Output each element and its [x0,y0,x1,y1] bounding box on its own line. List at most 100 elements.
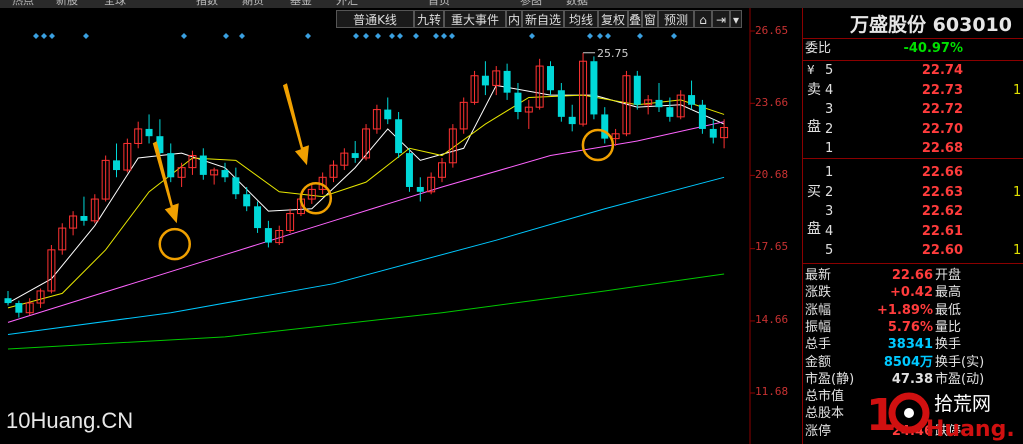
divider [803,158,1023,159]
event-marker-icon [637,33,643,39]
y-tick-label: 11.68 [755,385,789,398]
book-level: 4 [825,82,834,98]
quote-row: 总手 38341 换手 [803,335,1023,354]
event-marker-icon [305,33,311,39]
quote-row: 金额 8504万 换手(实) [803,353,1023,372]
divider [803,263,1023,264]
right-arrow-icon[interactable]: ⇥ [712,10,730,28]
watermark: 10Huang.CN [6,408,134,433]
candle-body [145,128,153,137]
candle-body [666,107,674,117]
quote-row: 最新 22.66 开盘 [803,266,1023,285]
event-marker-icon [223,33,229,39]
candle-body [688,95,696,105]
highlight-arrow-icon [282,83,309,166]
peak-price-label: 25.75 [597,47,629,60]
book-row: 3 22.62 [803,202,1023,221]
book-level: 2 [825,121,834,137]
book-level: 5 [825,243,834,258]
event-marker-icon [375,33,381,39]
quote-label: 振幅 [805,319,832,335]
candle-body [481,75,489,86]
candle-body [395,119,403,154]
toolbar-button[interactable]: 预测 [658,10,694,28]
book-row: 5 22.74 [803,61,1023,80]
quote-label: 涨停 [805,423,832,439]
toolbar-button[interactable]: 内 [506,10,522,28]
event-marker-icon [363,33,369,39]
quote-label: 总股本 [805,406,845,422]
candle-body [4,298,12,304]
event-marker-icon [83,33,89,39]
event-marker-icon [529,33,535,39]
weibi-value: -40.97% [903,41,963,56]
event-marker-icon [449,33,455,39]
book-level: 3 [825,204,834,219]
candle-body [199,155,207,175]
candle-body [15,303,23,313]
book-row: 2 22.63 1 [803,183,1023,202]
quote-row: 振幅 5.76% 量比 [803,318,1023,337]
quote-label: 市盈(静) [805,371,855,387]
candle-body [264,228,272,243]
toolbar-button[interactable]: 复权 [598,10,628,28]
dropdown-icon[interactable]: ▾ [730,10,742,28]
candle-body [221,170,229,178]
candle-body [232,177,240,195]
weibi-label: 委比 [805,41,832,56]
candle-body [633,75,641,105]
quote-value: +0.42 [890,285,933,301]
book-volume: 1 [1013,82,1022,98]
kline-chart[interactable]: 25.75 26.65 23.66 20.68 17.65 14.66 11.6… [0,0,800,444]
home-icon[interactable]: ⌂ [694,10,712,28]
currency-sign: ¥ [807,63,815,77]
toolbar-button[interactable]: 重大事件 [444,10,506,28]
candle-body [351,153,359,158]
quote-row: 涨幅 +1.89% 最低 [803,301,1023,320]
book-price: 22.68 [921,141,963,156]
quote-label-2: 换手 [935,337,962,353]
candle-body [503,70,511,93]
quote-label-2: 开盘 [935,268,962,283]
weibi-row: 委比 -40.97% [803,39,1023,58]
highlight-circle [581,128,615,162]
toolbar-button[interactable]: 普通K线 [336,10,414,28]
book-level: 1 [825,165,834,180]
book-volume: 1 [1013,184,1022,200]
highlight-circle [158,227,191,261]
candle-body [405,153,413,187]
quote-value: +1.89% [877,302,933,318]
event-marker-icon [671,33,677,39]
event-marker-icon [389,33,395,39]
toolbar-button[interactable]: 均线 [564,10,598,28]
quote-value: 22.66 [891,268,933,283]
quote-label: 总手 [805,337,832,353]
event-marker-icon [605,33,611,39]
toolbar-button[interactable]: 新自选 [522,10,564,28]
candle-body [547,66,554,91]
candle-body [557,90,565,117]
book-price: 22.62 [921,204,963,219]
candle-body [384,109,392,120]
book-row: 1 22.66 [803,163,1023,182]
book-price: 22.66 [921,165,963,180]
book-row: 1 22.68 [803,139,1023,158]
candle-body [113,160,120,171]
book-volume: 1 [1013,243,1022,258]
candle-body [568,116,576,125]
y-tick-label: 20.68 [755,168,789,181]
quote-value: 5.76% [887,319,933,335]
toolbar-button[interactable]: 九转 [414,10,444,28]
book-row: 4 22.73 1 [803,81,1023,100]
book-row: 3 22.72 [803,100,1023,119]
book-level: 3 [825,102,834,117]
candle-body [167,153,175,178]
book-row: 4 22.61 [803,222,1023,241]
toolbar-button[interactable]: 叠 [628,10,642,28]
candle-body [416,186,424,192]
event-marker-icon [181,33,187,39]
toolbar-button[interactable]: 窗 [642,10,658,28]
book-row: 2 22.70 [803,120,1023,139]
candle-body [709,128,717,138]
event-marker-icon [413,33,419,39]
